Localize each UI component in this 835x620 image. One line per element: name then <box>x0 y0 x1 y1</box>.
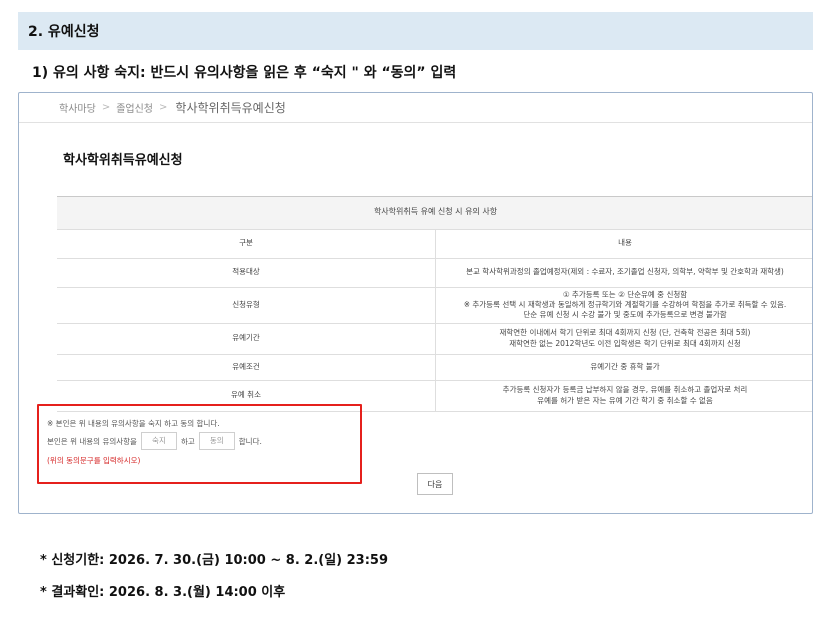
agreement-middle: 하고 <box>180 436 195 446</box>
row-content: 본교 학사학위과정의 졸업예정자(제외 : 수료자, 조기졸업 신청자, 의학부… <box>435 258 812 288</box>
breadcrumb-separator-icon: > <box>101 102 111 113</box>
section-header: 2. 유예신청 <box>18 12 813 50</box>
row-label: 신청유형 <box>57 287 436 324</box>
deadline-notice: * 신청기한: 2026. 7. 30.(금) 10:00 ~ 8. 2.(일)… <box>40 553 389 568</box>
table-caption: 학사학위취득 유예 신청 시 유의 사항 <box>57 197 812 230</box>
agreement-prefix: 본인은 위 내용의 유의사항을 <box>47 436 137 446</box>
table-row: 유예조건 유예기간 중 휴학 불가 <box>57 354 812 381</box>
breadcrumb-separator-icon: > <box>159 102 168 113</box>
result-notice: * 결과확인: 2026. 8. 3.(월) 14:00 이후 <box>40 585 286 600</box>
row-label: 적용대상 <box>57 258 436 288</box>
agreement-suffix: 합니다. <box>238 436 262 446</box>
row-label: 유예기간 <box>57 323 436 355</box>
table-row: 유예기간 재학연한 이내에서 학기 단위로 최대 4회까지 신청 (단, 건축학… <box>57 323 812 355</box>
step-title: 1) 유의 사항 숙지: 반드시 유의사항을 읽은 후 “숙지 " 와 “동의”… <box>32 65 457 81</box>
agreement-input-row: 본인은 위 내용의 유의사항을 숙지 하고 동의 합니다. <box>47 430 360 452</box>
next-button[interactable]: 다음 <box>417 473 453 495</box>
page-title: 학사학위취득유예신청 <box>63 153 183 168</box>
table-header-row: 구분 내용 <box>57 229 812 259</box>
table-row: 적용대상 본교 학사학위과정의 졸업예정자(제외 : 수료자, 조기졸업 신청자… <box>57 258 812 288</box>
row-content: 추가등록 신청자가 등록금 납부하지 않을 경우, 유예를 취소하고 졸업자로 … <box>435 380 812 412</box>
table-row: 신청유형 ① 추가등록 또는 ② 단순유예 중 신청함 ※ 추가등록 선택 시 … <box>57 287 812 324</box>
row-label: 유예조건 <box>57 354 436 381</box>
agreement-statement: ※ 본인은 위 내용의 유의사항을 숙지 하고 동의 합니다. <box>47 418 220 428</box>
consent-input[interactable]: 동의 <box>198 432 235 450</box>
breadcrumb: 학사마당 > 졸업신청 > 학사학위취득유예신청 <box>19 93 812 123</box>
header-category: 구분 <box>57 229 436 259</box>
section-title: 2. 유예신청 <box>28 24 100 40</box>
breadcrumb-item-graduation[interactable]: 졸업신청 <box>116 100 153 115</box>
row-content: 유예기간 중 휴학 불가 <box>435 354 812 381</box>
row-content: 재학연한 이내에서 학기 단위로 최대 4회까지 신청 (단, 건축학 전공은 … <box>435 323 812 355</box>
breadcrumb-item-home[interactable]: 학사마당 <box>59 100 96 115</box>
breadcrumb-current: 학사학위취득유예신청 <box>175 101 286 115</box>
header-content: 내용 <box>435 229 812 259</box>
agreement-hint: (위의 동의문구를 입력하시오) <box>47 455 141 465</box>
agreement-box: ※ 본인은 위 내용의 유의사항을 숙지 하고 동의 합니다. 본인은 위 내용… <box>37 404 362 484</box>
row-content: ① 추가등록 또는 ② 단순유예 중 신청함 ※ 추가등록 선택 시 재학생과 … <box>435 287 812 324</box>
acknowledge-input[interactable]: 숙지 <box>140 432 177 450</box>
screenshot-frame: 학사마당 > 졸업신청 > 학사학위취득유예신청 학사학위취득유예신청 학사학위… <box>18 92 813 514</box>
notice-table: 학사학위취득 유예 신청 시 유의 사항 구분 내용 적용대상 본교 학사학위과… <box>57 196 812 412</box>
